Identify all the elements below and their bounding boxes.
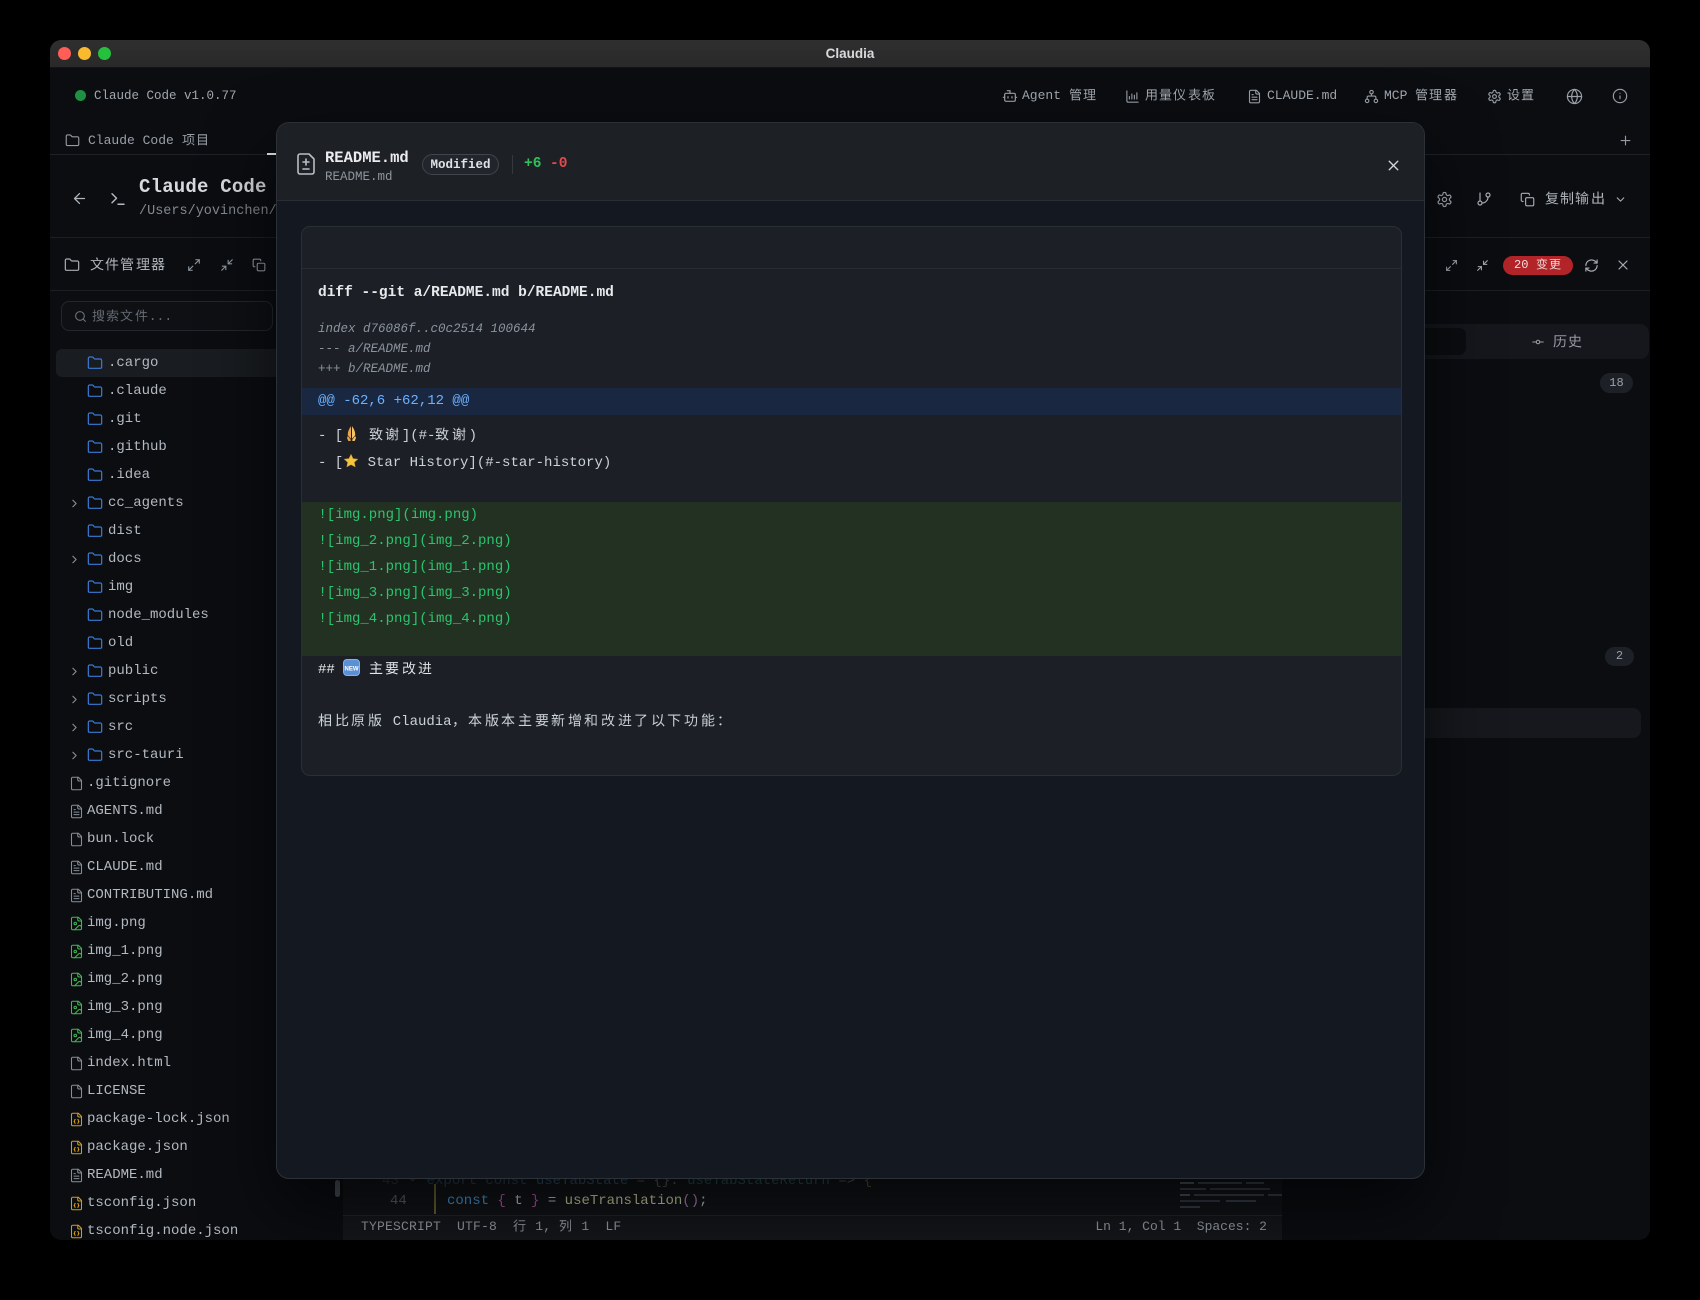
svg-text:NEW: NEW [345, 667, 359, 673]
